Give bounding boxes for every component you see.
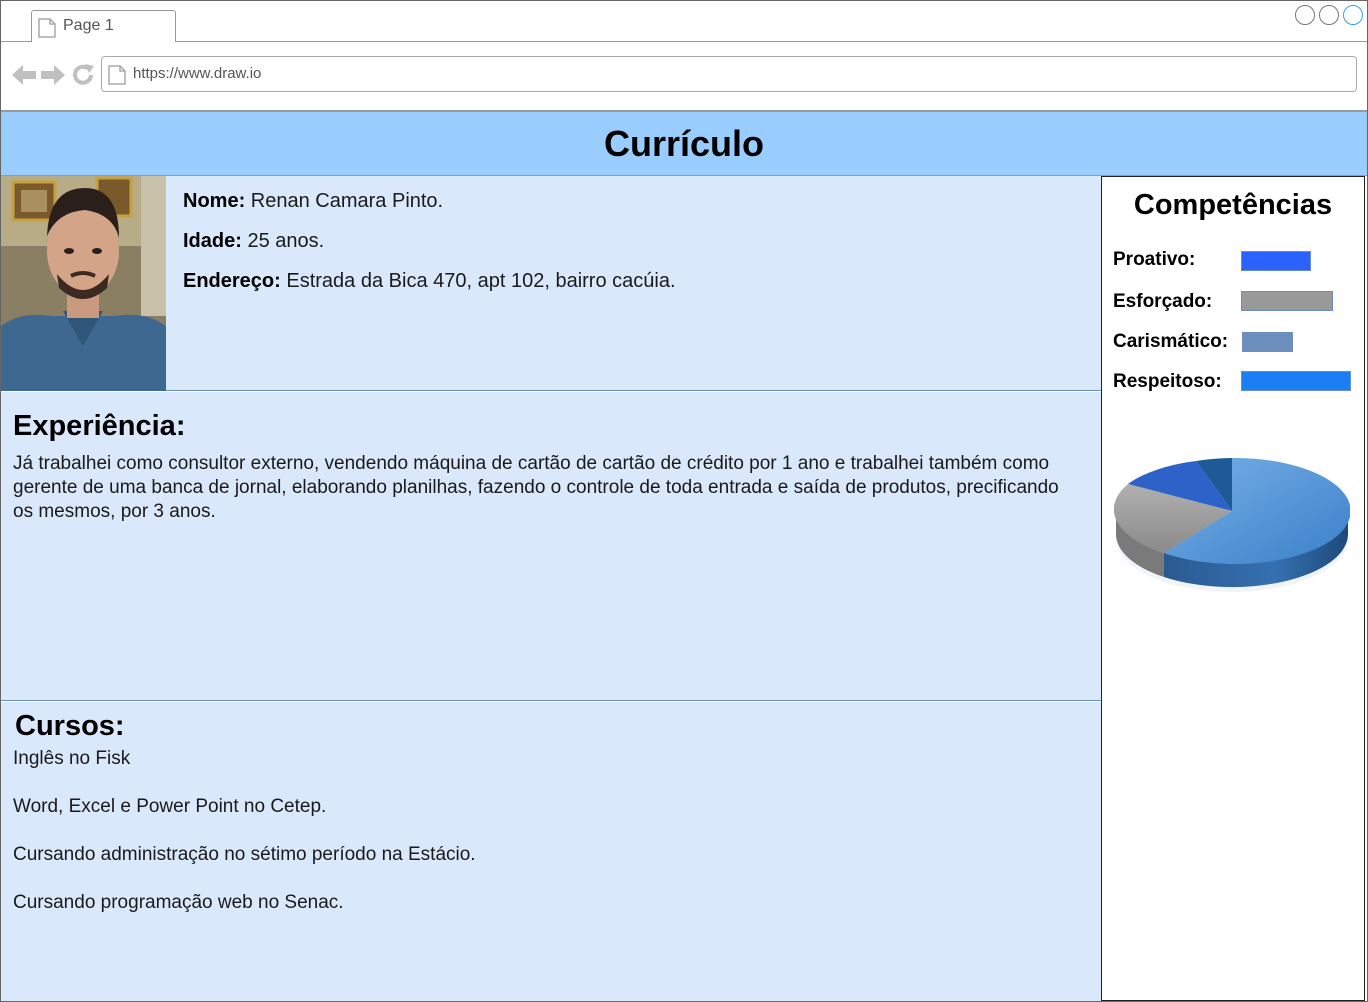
browser-window: Page 1 https://www.draw.io Currículo Nom… xyxy=(0,0,1368,1002)
name-label: Nome: xyxy=(183,190,246,212)
skills-panel: Competências Proativo: Esforçado: Carism… xyxy=(1101,176,1365,1001)
url-text: https://www.draw.io xyxy=(133,65,262,82)
skill-bar-esforcado xyxy=(1241,291,1333,311)
name-row: Nome: Renan Camara Pinto. xyxy=(183,190,676,212)
name-value: Renan Camara Pinto. xyxy=(245,190,444,212)
tab-page-1[interactable]: Page 1 xyxy=(31,10,176,42)
skill-label-respeitoso: Respeitoso: xyxy=(1113,371,1222,392)
experience-section: Experiência: Já trabalhei como consultor… xyxy=(1,392,1101,701)
list-item: Cursando programação web no Senac. xyxy=(13,892,344,913)
tab-label: Page 1 xyxy=(63,17,114,34)
skill-label-proativo: Proativo: xyxy=(1113,249,1196,270)
age-row: Idade: 25 anos. xyxy=(183,230,676,252)
address-bar: https://www.draw.io xyxy=(1,42,1367,111)
back-arrow-icon[interactable] xyxy=(11,64,37,91)
address-label: Endereço: xyxy=(183,270,281,292)
page-title: Currículo xyxy=(603,122,764,164)
profile-section: Nome: Renan Camara Pinto. Idade: 25 anos… xyxy=(1,176,1101,391)
courses-section: Cursos: Inglês no Fisk Word, Excel e Pow… xyxy=(1,702,1101,1001)
skills-title: Competências xyxy=(1133,189,1333,221)
skill-label-esforcado: Esforçado: xyxy=(1113,291,1213,312)
page-header: Currículo xyxy=(1,111,1367,176)
tab-bar: Page 1 xyxy=(1,1,1367,42)
page-content: Currículo Nome: Renan Camara Pinto. Idad… xyxy=(1,111,1367,1001)
page-icon xyxy=(108,65,126,90)
age-label: Idade: xyxy=(183,230,242,252)
close-button[interactable] xyxy=(1343,5,1363,25)
experience-title: Experiência: xyxy=(13,410,186,442)
list-item: Cursando administração no sétimo período… xyxy=(13,844,476,865)
maximize-button[interactable] xyxy=(1319,5,1339,25)
skill-bar-carismatico xyxy=(1242,332,1293,352)
age-value: 25 anos. xyxy=(241,230,325,252)
list-item: Word, Excel e Power Point no Cetep. xyxy=(13,796,327,817)
experience-text: Já trabalhei como consultor externo, ven… xyxy=(13,453,1059,522)
personal-info: Nome: Renan Camara Pinto. Idade: 25 anos… xyxy=(183,190,676,310)
address-value: Estrada da Bica 470, apt 102, bairro cac… xyxy=(280,270,676,292)
forward-arrow-icon[interactable] xyxy=(40,64,66,91)
window-controls xyxy=(1295,5,1363,25)
skills-pie-chart xyxy=(1113,455,1351,605)
profile-photo xyxy=(1,176,166,391)
course-list: Inglês no Fisk Word, Excel e Power Point… xyxy=(13,748,476,940)
courses-title: Cursos: xyxy=(15,710,125,742)
skill-bar-respeitoso xyxy=(1241,371,1351,391)
page-icon xyxy=(38,18,56,43)
url-input[interactable]: https://www.draw.io xyxy=(101,56,1357,92)
skill-label-carismatico: Carismático: xyxy=(1113,331,1229,352)
reload-icon[interactable] xyxy=(72,64,96,91)
minimize-button[interactable] xyxy=(1295,5,1315,25)
skill-bar-proativo xyxy=(1241,251,1311,271)
list-item: Inglês no Fisk xyxy=(13,748,131,769)
address-row: Endereço: Estrada da Bica 470, apt 102, … xyxy=(183,270,676,292)
